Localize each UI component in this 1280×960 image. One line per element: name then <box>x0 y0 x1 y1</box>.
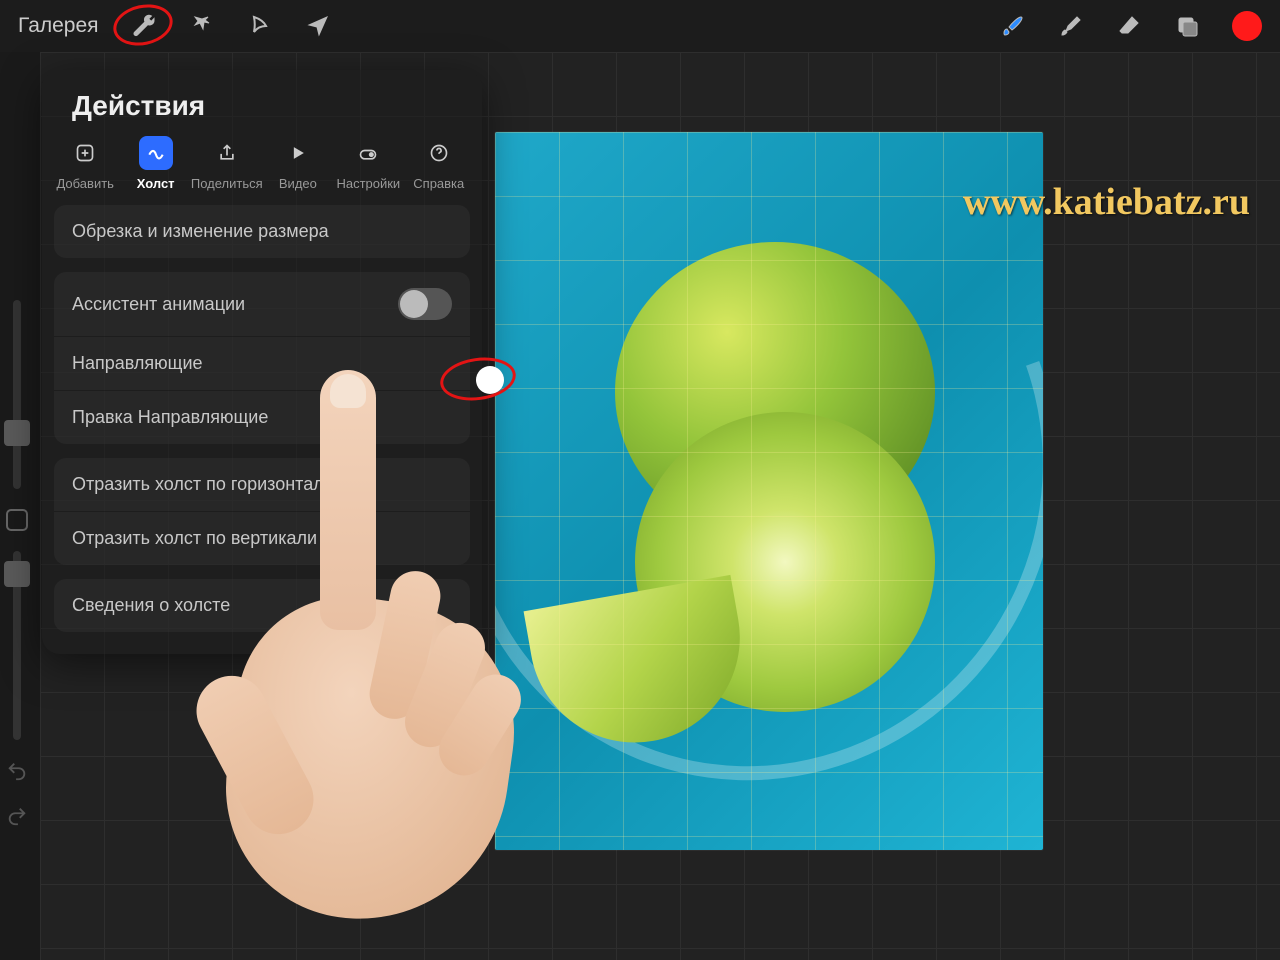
tab-canvas[interactable]: Холст <box>120 136 190 191</box>
tab-settings[interactable]: Настройки <box>333 136 403 191</box>
transform-icon[interactable] <box>305 13 331 39</box>
row-crop-resize[interactable]: Обрезка и изменение размера <box>54 205 470 258</box>
tab-video[interactable]: Видео <box>263 136 333 191</box>
undo-icon[interactable] <box>6 760 28 787</box>
actions-panel: Действия Добавить Холст Поделиться Видео… <box>42 70 482 654</box>
row-animation-assist[interactable]: Ассистент анимации <box>54 272 470 337</box>
top-toolbar: Галерея <box>0 0 1280 52</box>
tab-help[interactable]: Справка <box>404 136 474 191</box>
brush-size-slider[interactable] <box>13 300 21 489</box>
panel-tabs: Добавить Холст Поделиться Видео Настройк… <box>42 136 482 205</box>
redo-icon[interactable] <box>6 805 28 832</box>
tab-add[interactable]: Добавить <box>50 136 120 191</box>
color-picker[interactable] <box>1232 11 1262 41</box>
left-sidebar <box>0 300 34 860</box>
opacity-slider[interactable] <box>13 551 21 740</box>
row-flip-vertical[interactable]: Отразить холст по вертикали <box>54 512 470 565</box>
adjustments-icon[interactable] <box>189 13 215 39</box>
selection-icon[interactable] <box>247 13 273 39</box>
row-drawing-guides[interactable]: Направляющие <box>54 337 470 391</box>
row-edit-guides[interactable]: Правка Направляющие <box>54 391 470 444</box>
gallery-button[interactable]: Галерея <box>18 14 99 38</box>
toolbar-right <box>1000 11 1262 41</box>
brush-icon[interactable] <box>1000 13 1026 39</box>
row-canvas-info[interactable]: Сведения о холсте <box>54 579 470 632</box>
tab-share[interactable]: Поделиться <box>191 136 263 191</box>
modify-button[interactable] <box>6 509 28 530</box>
layers-icon[interactable] <box>1174 13 1200 39</box>
panel-title: Действия <box>42 84 482 136</box>
smudge-icon[interactable] <box>1058 13 1084 39</box>
panel-list: Обрезка и изменение размера Ассистент ан… <box>42 205 482 632</box>
wrench-icon[interactable] <box>131 13 157 39</box>
canvas-artwork[interactable] <box>495 132 1043 850</box>
toggle-animation-assist[interactable] <box>398 288 452 320</box>
eraser-icon[interactable] <box>1116 13 1142 39</box>
toolbar-left: Галерея <box>18 13 331 39</box>
watermark-text: www.katiebatz.ru <box>963 180 1250 224</box>
row-flip-horizontal[interactable]: Отразить холст по горизонтали <box>54 458 470 512</box>
